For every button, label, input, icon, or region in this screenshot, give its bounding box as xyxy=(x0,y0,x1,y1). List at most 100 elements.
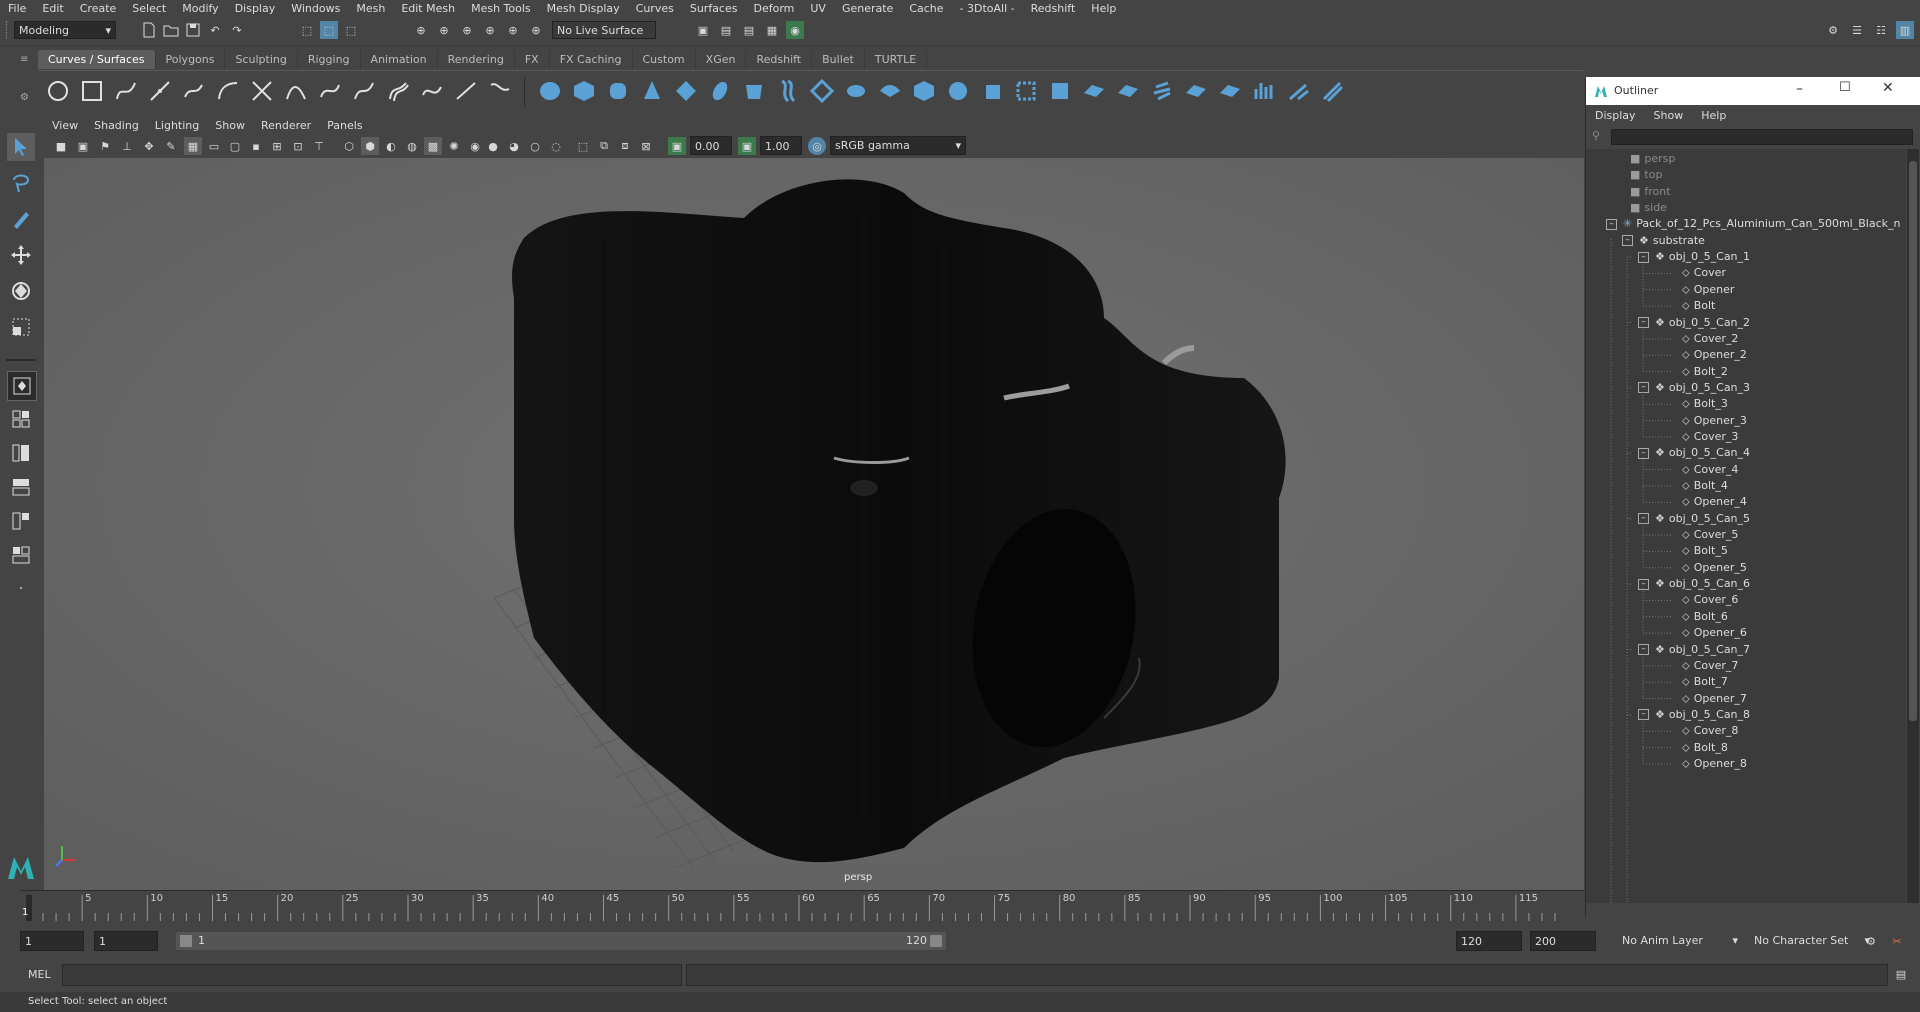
menu-edit[interactable]: Edit xyxy=(34,2,71,15)
nurbs-cube-icon[interactable] xyxy=(572,79,596,103)
offset-surface-icon[interactable] xyxy=(1150,79,1174,103)
nurbs-cone-icon[interactable] xyxy=(640,79,664,103)
four-view-layout-icon[interactable] xyxy=(7,405,35,433)
menu-help[interactable]: Help xyxy=(1083,2,1124,15)
grease-pencil-icon[interactable]: ✎ xyxy=(162,137,180,155)
expand-collapse-icon[interactable]: – xyxy=(1606,218,1617,230)
expand-collapse-icon[interactable]: – xyxy=(1638,447,1649,459)
modeling-toolkit-icon[interactable]: ⚙ xyxy=(1824,21,1842,39)
insert-isoparm-icon[interactable] xyxy=(1116,79,1140,103)
menu-3dtoall[interactable]: - 3DtoAll - xyxy=(952,2,1023,15)
preferences-icon[interactable]: ✂ xyxy=(1888,932,1906,950)
hypershade-layout-icon[interactable] xyxy=(7,507,35,535)
view-transform-dropdown[interactable]: sRGB gamma ▾ xyxy=(830,136,966,155)
snap-view-icon[interactable]: ⊕ xyxy=(481,21,499,39)
shelf-tab-turtle[interactable]: TURTLE xyxy=(865,50,928,69)
rotate-tool-icon[interactable] xyxy=(7,277,35,305)
expand-collapse-icon[interactable]: – xyxy=(1622,235,1633,247)
character-set-dropdown[interactable]: No Character Set ▾ xyxy=(1754,932,1872,950)
outliner-menu-help[interactable]: Help xyxy=(1692,109,1735,122)
scale-tool-icon[interactable] xyxy=(7,313,35,341)
safe-title-icon[interactable]: ⊤ xyxy=(310,137,328,155)
snap-point-icon[interactable]: ⊕ xyxy=(458,21,476,39)
start-time-field[interactable]: 1 xyxy=(20,931,84,951)
isolate-select-icon[interactable]: ⬚ xyxy=(574,137,592,155)
end-time-field[interactable]: 200 xyxy=(1530,931,1596,951)
trim-tool-icon[interactable] xyxy=(1014,79,1038,103)
2d-pan-zoom-icon[interactable]: ✥ xyxy=(140,137,158,155)
persp-graph-layout-icon[interactable] xyxy=(7,473,35,501)
align-surface-icon[interactable] xyxy=(1252,79,1276,103)
channel-box-icon[interactable]: ▥ xyxy=(1896,21,1914,39)
rebuild-surface-icon[interactable] xyxy=(1320,79,1344,103)
safe-action-icon[interactable]: ⊡ xyxy=(289,137,307,155)
xray-joints-icon[interactable]: ⧈ xyxy=(616,137,634,155)
menu-deform[interactable]: Deform xyxy=(745,2,802,15)
attribute-editor-icon[interactable]: ☰ xyxy=(1848,21,1866,39)
hypershade-icon[interactable]: ◉ xyxy=(786,21,804,39)
wireframe-icon[interactable]: ⬡ xyxy=(340,137,358,155)
gamma-toggle-icon[interactable]: ▣ xyxy=(738,137,756,155)
untrim-icon[interactable] xyxy=(1048,79,1072,103)
lasso-tool-icon[interactable] xyxy=(7,169,35,197)
script-editor-icon[interactable]: ▤ xyxy=(1892,965,1910,983)
menu-edit-mesh[interactable]: Edit Mesh xyxy=(393,2,463,15)
script-language-label[interactable]: MEL xyxy=(28,968,51,981)
extrude-icon[interactable] xyxy=(844,79,868,103)
time-slider[interactable]: 5 10 15 20 25 30 35 40 45 50 55 60 65 70 75 80 85 90 95 100… xyxy=(20,890,1585,924)
nurbs-torus-icon[interactable] xyxy=(708,79,732,103)
panel-menu-show[interactable]: Show xyxy=(207,119,253,132)
sculpt-geometry-icon[interactable] xyxy=(1286,79,1310,103)
image-plane-icon[interactable]: ⊥ xyxy=(118,137,136,155)
panel-menu-panels[interactable]: Panels xyxy=(319,119,370,132)
select-by-component-icon[interactable]: ⬚ xyxy=(342,21,360,39)
insert-knot-icon[interactable] xyxy=(318,79,342,103)
outliner-search-input[interactable] xyxy=(1611,129,1913,145)
shelf-tab-redshift[interactable]: Redshift xyxy=(746,50,813,69)
maximize-icon[interactable]: ☐ xyxy=(1839,80,1851,95)
shelf-tab-xgen[interactable]: XGen xyxy=(696,50,747,69)
outliner-vertical-scrollbar[interactable] xyxy=(1907,149,1919,903)
panel-menu-lighting[interactable]: Lighting xyxy=(147,119,207,132)
grip-handle[interactable] xyxy=(6,21,11,39)
nurbs-cylinder-icon[interactable] xyxy=(606,79,630,103)
gamma-field[interactable]: 1.00 xyxy=(760,136,802,155)
menu-mesh[interactable]: Mesh xyxy=(348,2,393,15)
playback-start-field[interactable]: 1 xyxy=(94,931,158,951)
undo-icon[interactable]: ↶ xyxy=(206,21,224,39)
nurbs-sphere-icon[interactable] xyxy=(538,79,562,103)
shelf-tab-curves-surfaces[interactable]: Curves / Surfaces xyxy=(38,50,156,69)
shadows-icon[interactable]: ◉ xyxy=(466,137,484,155)
square-surface-icon[interactable] xyxy=(946,79,970,103)
shelf-tab-fx[interactable]: FX xyxy=(515,50,550,69)
menu-mesh-tools[interactable]: Mesh Tools xyxy=(463,2,539,15)
panel-menu-renderer[interactable]: Renderer xyxy=(253,119,319,132)
single-perspective-layout-icon[interactable] xyxy=(7,371,37,401)
persp-outliner-layout-icon[interactable] xyxy=(7,439,35,467)
menu-file[interactable]: File xyxy=(0,2,34,15)
motion-blur-icon[interactable]: ◕ xyxy=(505,137,523,155)
grid-toggle-icon[interactable]: ▦ xyxy=(184,137,202,155)
menu-mesh-display[interactable]: Mesh Display xyxy=(539,2,628,15)
shelf-tab-animation[interactable]: Animation xyxy=(361,50,438,69)
expand-collapse-icon[interactable]: – xyxy=(1638,709,1649,721)
attach-curves-icon[interactable] xyxy=(250,79,274,103)
tool-settings-icon[interactable]: ☷ xyxy=(1872,21,1890,39)
outliner-item-mesh[interactable]: ⬦ Opener_8 xyxy=(1682,754,1747,774)
menu-display[interactable]: Display xyxy=(227,2,284,15)
layout-options-icon[interactable]: · xyxy=(7,575,35,603)
move-tool-icon[interactable] xyxy=(7,241,35,269)
xray-components-icon[interactable]: ⊠ xyxy=(637,137,655,155)
birail-icon[interactable] xyxy=(878,79,902,103)
filter-icon[interactable]: ⚲ xyxy=(1592,129,1600,142)
shelf-settings-icon[interactable]: ⚙ xyxy=(20,92,30,103)
command-input[interactable] xyxy=(62,964,682,986)
shelf-tab-bullet[interactable]: Bullet xyxy=(812,50,865,69)
exposure-field[interactable]: 0.00 xyxy=(690,136,732,155)
wireframe-on-shaded-icon[interactable]: ◍ xyxy=(403,137,421,155)
anim-layer-dropdown[interactable]: No Anim Layer ▾ xyxy=(1622,932,1740,950)
offset-curve-icon[interactable] xyxy=(386,79,410,103)
menu-select[interactable]: Select xyxy=(124,2,174,15)
exposure-toggle-icon[interactable]: ▣ xyxy=(668,137,686,155)
select-tool-icon[interactable] xyxy=(7,133,35,161)
